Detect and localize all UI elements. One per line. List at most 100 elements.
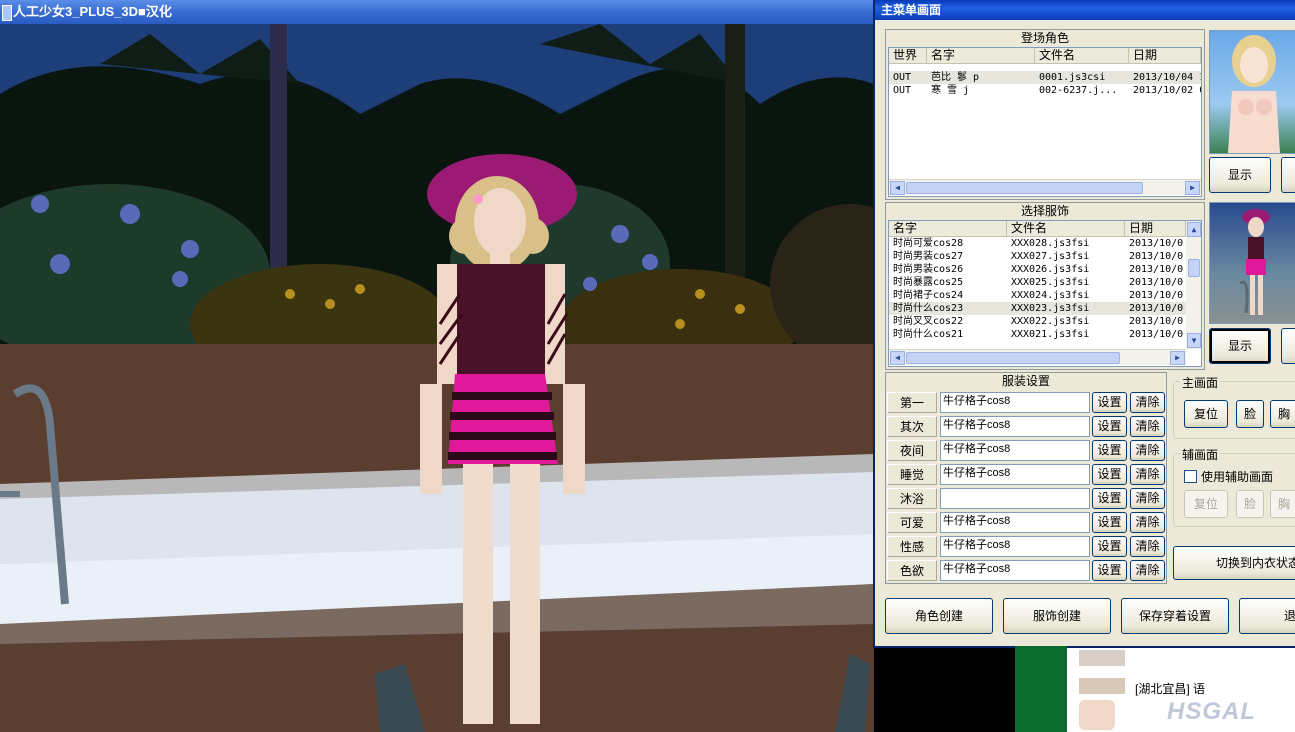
scroll-right-icon[interactable]: ▶ [1185,181,1200,195]
use-sub-screen-checkbox[interactable] [1184,470,1197,483]
costume-extra-button[interactable] [1281,328,1295,364]
outfit-slot-value[interactable]: 牛仔格子cos8 [940,392,1090,413]
outfit-set-button[interactable]: 设置 [1092,536,1127,557]
costumes-list[interactable]: 名字 文件名 日期 时尚可爱cos28 XXX028.js3fsi 2013/10/… [888,220,1202,367]
costumes-vscrollbar[interactable]: ▲ ▼ [1186,221,1201,349]
outfit-slot-value[interactable] [940,488,1090,509]
scroll-down-icon[interactable]: ▼ [1187,333,1201,348]
sub-reset-button[interactable]: 复位 [1184,490,1228,518]
scroll-left-icon[interactable]: ◀ [890,181,905,195]
costume-date: 2013/10/0 [1129,329,1184,340]
outfit-set-button[interactable]: 设置 [1092,560,1127,581]
dialog-titlebar[interactable]: 主菜单画面 [875,0,1295,20]
show-character-button[interactable]: 显示 [1209,157,1271,193]
costume-name: 时尚男装cos26 [893,264,964,275]
chat-panel: [湖北宜昌] 语 HSGAL [1067,648,1295,732]
main-screen-group: 主画面 复位 脸 胸 [1173,374,1295,439]
outfit-clear-button[interactable]: 清除 [1130,512,1165,533]
game-window-titlebar[interactable]: 人工少女3_PLUS_3D■汉化 [0,0,874,24]
col-date[interactable]: 日期 [1129,48,1201,63]
outfit-clear-button[interactable]: 清除 [1130,560,1165,581]
costume-name: 时尚裙子cos24 [893,290,964,301]
main-face-button[interactable]: 脸 [1236,400,1264,428]
costume-name: 时尚男装cos27 [893,251,964,262]
3d-scene-render [0,24,874,732]
costumes-heading: 选择服饰 [1020,204,1069,218]
sub-face-button[interactable]: 脸 [1236,490,1264,518]
switch-underwear-button[interactable]: 切换到内衣状态 [1173,546,1295,580]
character-world: OUT [893,85,912,96]
create-costume-button[interactable]: 服饰创建 [1003,598,1111,634]
dialog-title: 主菜单画面 [881,3,942,17]
outfit-clear-button[interactable]: 清除 [1130,536,1165,557]
main-menu-dialog: 主菜单画面 登场角色 世界 名字 文件名 日期 OUT 芭比 鬖 p 0001.… [873,0,1295,648]
outfit-set-button[interactable]: 设置 [1092,416,1127,437]
costume-file: XXX022.js3fsi [1011,316,1090,327]
outfit-slot-value[interactable]: 牛仔格子cos8 [940,440,1090,461]
scroll-right-icon[interactable]: ▶ [1170,351,1185,365]
costume-date: 2013/10/0 [1129,238,1184,249]
outfit-clear-button[interactable]: 清除 [1130,464,1165,485]
main-chest-button[interactable]: 胸 [1270,400,1295,428]
costume-row[interactable]: 时尚叉叉cos22 XXX022.js3fsi 2013/10/0 [889,315,1186,328]
costume-file: XXX021.js3fsi [1011,329,1090,340]
scroll-thumb[interactable] [906,352,1120,364]
character-preview-image [1209,30,1295,154]
character-date: 2013/10/04 1 [1133,72,1202,83]
costume-row[interactable]: 时尚男装cos27 XXX027.js3fsi 2013/10/0 [889,250,1186,263]
characters-list[interactable]: 世界 名字 文件名 日期 OUT 芭比 鬖 p 0001.js3csi 2013… [888,47,1202,197]
character-extra-button[interactable] [1281,157,1295,193]
character-file: 002-6237.j... [1039,85,1118,96]
character-file: 0001.js3csi [1039,72,1106,83]
outfit-slot-label: 睡觉 [887,464,937,485]
col-filename[interactable]: 文件名 [1007,221,1125,236]
outfit-set-button[interactable]: 设置 [1092,440,1127,461]
costume-row[interactable]: 时尚可爱cos28 XXX028.js3fsi 2013/10/0 [889,237,1186,250]
col-name[interactable]: 名字 [927,48,1035,63]
costume-file: XXX024.js3fsi [1011,290,1090,301]
col-world[interactable]: 世界 [889,48,927,63]
outfit-set-button[interactable]: 设置 [1092,464,1127,485]
main-reset-button[interactable]: 复位 [1184,400,1228,428]
characters-hscrollbar[interactable]: ◀ ▶ [889,179,1201,195]
outfit-set-button[interactable]: 设置 [1092,488,1127,509]
costumes-panel: 选择服饰 名字 文件名 日期 时尚可爱cos28 XXX028.js3fsi 201… [885,202,1205,370]
show-costume-button[interactable]: 显示 [1209,328,1271,364]
game-viewport[interactable] [0,24,874,732]
outfit-set-button[interactable]: 设置 [1092,392,1127,413]
costume-row[interactable]: 时尚男装cos26 XXX026.js3fsi 2013/10/0 [889,263,1186,276]
outfit-slot-value[interactable]: 牛仔格子cos8 [940,464,1090,485]
outfit-slot-value[interactable]: 牛仔格子cos8 [940,560,1090,581]
outfit-clear-button[interactable]: 清除 [1130,416,1165,437]
character-row[interactable]: OUT 寒 雪 j 002-6237.j... 2013/10/02 0 [889,84,1201,97]
save-outfit-button[interactable]: 保存穿着设置 [1121,598,1229,634]
outfit-slot-value[interactable]: 牛仔格子cos8 [940,536,1090,557]
outfit-clear-button[interactable]: 清除 [1130,392,1165,413]
costume-row[interactable]: 时尚暴露cos25 XXX025.js3fsi 2013/10/0 [889,276,1186,289]
scroll-thumb[interactable] [1188,259,1200,277]
characters-panel: 登场角色 世界 名字 文件名 日期 OUT 芭比 鬖 p 0001.js3csi… [885,29,1205,200]
outfit-clear-button[interactable]: 清除 [1130,440,1165,461]
costume-date: 2013/10/0 [1129,264,1184,275]
scroll-left-icon[interactable]: ◀ [890,351,905,365]
outfit-clear-button[interactable]: 清除 [1130,488,1165,509]
costume-row[interactable]: 时尚裙子cos24 XXX024.js3fsi 2013/10/0 [889,289,1186,302]
exit-button[interactable]: 退出 [1239,598,1295,634]
costume-date: 2013/10/0 [1129,277,1184,288]
sub-chest-button[interactable]: 胸 [1270,490,1295,518]
character-row[interactable]: OUT 芭比 鬖 p 0001.js3csi 2013/10/04 1 [889,71,1201,84]
col-name[interactable]: 名字 [889,221,1007,236]
outfit-slot-value[interactable]: 牛仔格子cos8 [940,416,1090,437]
outfit-slot-value[interactable]: 牛仔格子cos8 [940,512,1090,533]
costume-file: XXX025.js3fsi [1011,277,1090,288]
costumes-hscrollbar[interactable]: ◀ ▶ [889,349,1186,365]
col-filename[interactable]: 文件名 [1035,48,1129,63]
scroll-up-icon[interactable]: ▲ [1187,222,1201,237]
col-date[interactable]: 日期 [1125,221,1186,236]
sub-screen-label: 辅画面 [1180,446,1221,463]
costume-row[interactable]: 时尚什么cos23 XXX023.js3fsi 2013/10/0 [889,302,1186,315]
scroll-thumb[interactable] [906,182,1143,194]
outfit-set-button[interactable]: 设置 [1092,512,1127,533]
create-character-button[interactable]: 角色创建 [885,598,993,634]
costume-row[interactable]: 时尚什么cos21 XXX021.js3fsi 2013/10/0 [889,328,1186,341]
